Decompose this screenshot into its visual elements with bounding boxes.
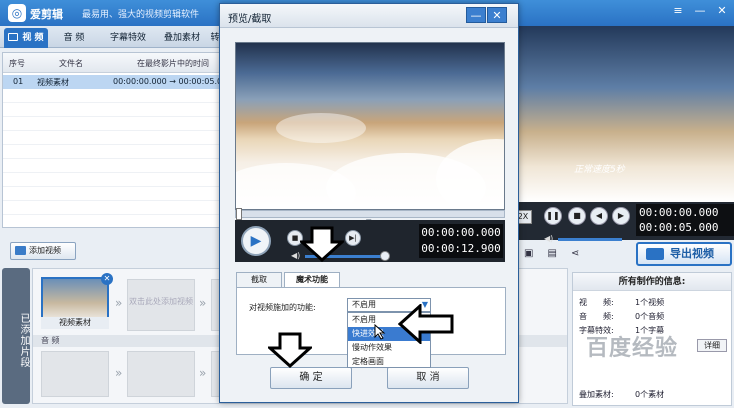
field-label: 对视频施加的功能: — [249, 303, 316, 312]
info-title: 所有制作的信息: — [573, 273, 731, 291]
info-row: 视 频: 1个视频 — [579, 298, 665, 307]
app-logo: ◎ — [8, 4, 26, 22]
open-icon[interactable]: ▤ — [547, 248, 556, 259]
film-icon — [646, 248, 664, 260]
row-filename: 视频素材 — [37, 78, 69, 87]
preview-trim-dialog: 预览/截取 — ✕ ▼ ▶ ■ ▶| ◀) 00:00:00.000 00:00… — [219, 3, 519, 403]
info-row: 音 频: 0个音频 — [579, 312, 665, 321]
table-row[interactable]: 01 视频素材 00:00:00.000 → 00:00:05.0 — [3, 75, 233, 89]
main-preview — [518, 26, 734, 202]
column-filename: 文件名 — [59, 59, 83, 68]
row-index: 01 — [13, 77, 24, 86]
cancel-button[interactable]: 取 消 — [387, 367, 469, 389]
empty-row — [3, 89, 233, 103]
arrow-down-icon — [268, 332, 312, 368]
tab-video[interactable]: 视 频 — [4, 28, 48, 48]
clip-name: 视频素材 — [41, 317, 109, 329]
watermark: 百度经验 — [586, 336, 679, 361]
chevron-right-icon: » — [199, 296, 207, 310]
arrow-left-icon — [398, 304, 454, 344]
chevron-right-icon: » — [115, 366, 123, 380]
remove-clip-icon[interactable]: ✕ — [101, 273, 113, 285]
volume-slider[interactable] — [558, 238, 622, 241]
prev-frame-icon[interactable]: ◀ — [590, 207, 608, 225]
main-timecode: 00:00:00.000 00:00:05.000 — [636, 204, 734, 236]
file-list: 序号 文件名 在最终影片中的时间 01 视频素材 00:00:00.000 → … — [2, 52, 234, 228]
empty-row — [3, 131, 233, 145]
empty-row — [3, 187, 233, 201]
tab-magic-functions[interactable]: 魔术功能 — [284, 272, 340, 288]
details-button[interactable]: 详细 — [697, 339, 727, 352]
share-icon[interactable]: ⋖ — [571, 248, 579, 259]
empty-row — [3, 103, 233, 117]
film-icon — [15, 246, 26, 255]
tab-overlay-material[interactable]: 叠加素材 — [156, 28, 208, 48]
save-icon[interactable]: ▣ — [524, 248, 533, 259]
tab-trim[interactable]: 截取 — [236, 272, 282, 288]
next-frame-icon[interactable]: ▶| — [345, 230, 361, 246]
video-preview — [235, 42, 505, 210]
menu-icon[interactable]: ≡ — [670, 3, 686, 19]
close-icon[interactable]: ✕ — [714, 3, 730, 19]
minimize-icon[interactable]: — — [466, 7, 486, 23]
empty-row — [3, 117, 233, 131]
empty-row — [3, 159, 233, 173]
tab-subtitle-effects[interactable]: 字幕特效 — [102, 28, 154, 48]
tab-audio[interactable]: 音 频 — [52, 28, 96, 48]
chevron-right-icon: » — [115, 296, 123, 310]
app-title: 爱剪辑 — [30, 8, 63, 21]
empty-audio-slot[interactable] — [41, 351, 109, 397]
volume-handle[interactable] — [379, 251, 390, 261]
column-index: 序号 — [9, 59, 25, 68]
playback-progress-bar[interactable] — [235, 208, 505, 220]
info-row: 叠加素材: 0个素材 — [579, 390, 665, 399]
dialog-title: 预览/截取 — [228, 14, 272, 25]
column-time: 在最终影片中的时间 — [137, 59, 209, 68]
preview-caption: 正常速度5秒 — [574, 165, 625, 175]
add-video-button[interactable]: 添加视频 — [10, 242, 76, 260]
stop-icon[interactable]: ■ — [568, 207, 586, 225]
volume-icon[interactable]: ◀) — [544, 234, 553, 243]
cloud-shape — [436, 139, 504, 209]
play-icon[interactable]: ▶ — [241, 226, 271, 256]
volume-icon[interactable]: ◀) — [291, 251, 300, 260]
minimize-icon[interactable]: — — [692, 3, 708, 19]
added-clips-label: 已添加片段 — [2, 268, 30, 404]
dialog-player-controls: ▶ ■ ▶| ◀) 00:00:00.000 00:00:12.900 — [235, 220, 505, 262]
close-icon[interactable]: ✕ — [487, 7, 507, 23]
ok-button[interactable]: 确 定 — [270, 367, 352, 389]
arrow-down-icon — [300, 226, 344, 262]
current-time: 00:00:00.000 — [421, 226, 501, 239]
chevron-right-icon: » — [199, 366, 207, 380]
cursor-icon — [374, 324, 386, 340]
row-time: 00:00:00.000 → 00:00:05.0 — [113, 77, 223, 86]
dialog-title-bar: 预览/截取 — ✕ — [220, 4, 518, 28]
cloud-shape — [276, 113, 366, 143]
empty-row — [3, 145, 233, 159]
toolbar-icons: ▣ ▤ ⋖ — [524, 248, 579, 259]
dialog-timecode: 00:00:00.000 00:00:12.900 — [419, 224, 503, 258]
option-freeze-frame[interactable]: 定格画面 — [348, 355, 430, 369]
video-icon — [8, 33, 19, 41]
progress-handle[interactable] — [236, 208, 242, 220]
next-frame-icon[interactable]: ▶ — [612, 207, 630, 225]
empty-clip-slot[interactable]: 双击此处添加视频 — [127, 279, 195, 331]
empty-row — [3, 173, 233, 187]
file-list-header: 序号 文件名 在最终影片中的时间 — [3, 53, 233, 73]
app-subtitle: 最易用、强大的视频剪辑软件 — [82, 10, 200, 20]
total-time: 00:00:12.900 — [421, 242, 501, 255]
export-video-button[interactable]: 导出视频 — [636, 242, 732, 266]
empty-audio-slot[interactable] — [127, 351, 195, 397]
empty-row — [3, 201, 233, 215]
pause-icon[interactable]: ❚❚ — [544, 207, 562, 225]
